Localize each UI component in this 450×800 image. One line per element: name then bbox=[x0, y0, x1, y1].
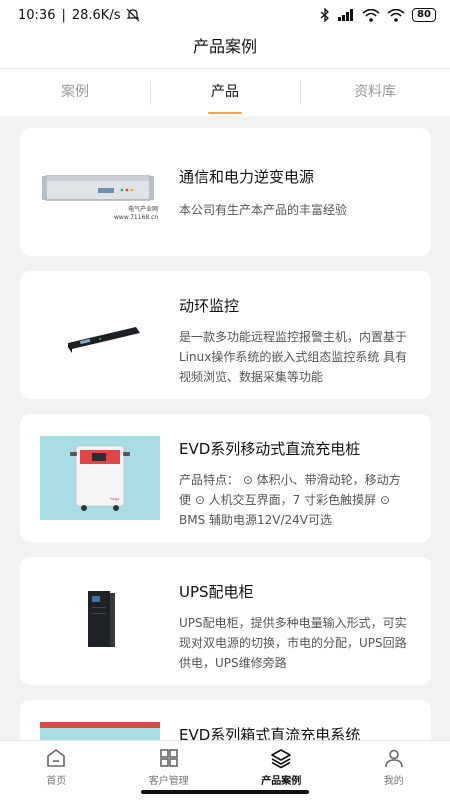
tab-products[interactable]: 产品 bbox=[150, 69, 300, 116]
product-image: Sego bbox=[40, 436, 160, 520]
product-desc: 本公司有生产本产品的丰富经验 bbox=[179, 203, 348, 217]
product-title: 通信和电力逆变电源 bbox=[179, 168, 315, 186]
nav-label: 首页 bbox=[46, 776, 67, 787]
nav-home[interactable]: 首页 bbox=[0, 741, 113, 800]
home-icon bbox=[47, 749, 66, 767]
page-title: 产品案例 bbox=[0, 30, 450, 68]
mobile-charger-image: Sego bbox=[70, 445, 130, 511]
nav-label: 客户管理 bbox=[148, 776, 189, 787]
status-bar: 10:36 | 28.6K/s 80 bbox=[0, 0, 450, 30]
tab-label: 资料库 bbox=[354, 84, 396, 100]
tab-cases[interactable]: 案例 bbox=[0, 69, 150, 116]
product-desc: 产品特点： ⊙ 体积小、带滑动轮，移动方便 ⊙ 人机交互界面，7 寸彩色触摸屏 … bbox=[179, 473, 401, 527]
product-card[interactable]: Sego EVD系列移动式直流充电桩 产品特点： ⊙ 体积小、带滑动轮，移动方便… bbox=[20, 414, 431, 542]
status-left: 10:36 | 28.6K/s bbox=[18, 8, 140, 23]
ups-cabinet-image bbox=[88, 591, 115, 647]
product-card[interactable]: UPS配电柜 UPS配电柜，提供多种电量输入形式，可实现对双电源的切换，市电的分… bbox=[20, 557, 431, 685]
user-icon bbox=[384, 749, 403, 768]
product-image bbox=[40, 579, 160, 663]
wifi-icon bbox=[362, 8, 380, 22]
status-right: 80 bbox=[320, 8, 436, 22]
product-title: 动环监控 bbox=[179, 297, 240, 315]
wifi-icon-2 bbox=[387, 8, 405, 22]
svg-text:Sego: Sego bbox=[110, 496, 120, 501]
product-title: UPS配电柜 bbox=[179, 583, 254, 601]
product-card[interactable]: 电气产业网 www.71168.cn 通信和电力逆变电源 本公司有生产本产品的丰… bbox=[20, 128, 431, 256]
product-image bbox=[40, 293, 160, 377]
product-card[interactable]: EVD系列箱式直流充电系统 bbox=[20, 700, 431, 740]
tab-library[interactable]: 资料库 bbox=[300, 69, 450, 116]
product-list[interactable]: 电气产业网 www.71168.cn 通信和电力逆变电源 本公司有生产本产品的丰… bbox=[0, 116, 450, 740]
product-title: EVD系列箱式直流充电系统 bbox=[179, 726, 361, 740]
nav-label: 产品案例 bbox=[261, 776, 302, 787]
tab-label: 产品 bbox=[211, 84, 239, 100]
nav-profile[interactable]: 我的 bbox=[338, 741, 450, 800]
mute-icon bbox=[127, 8, 140, 22]
watermark-url: www.71168.cn bbox=[114, 214, 159, 221]
tab-bar: 案例 产品 资料库 bbox=[0, 68, 450, 116]
status-time: 10:36 bbox=[18, 7, 56, 23]
layers-icon bbox=[271, 749, 292, 769]
product-desc: UPS配电柜，提供多种电量输入形式，可实现对双电源的切换，市电的分配，UPS回路… bbox=[179, 616, 407, 670]
tab-label: 案例 bbox=[61, 84, 89, 100]
product-image bbox=[40, 722, 160, 740]
network-speed: 28.6K/s bbox=[71, 7, 121, 23]
product-desc: 是一款多功能远程监控报警主机，内置基于Linux操作系统的嵌入式组态监控系统 具… bbox=[179, 330, 408, 384]
product-image: 电气产业网 www.71168.cn bbox=[40, 150, 160, 234]
nav-label: 我的 bbox=[383, 776, 404, 787]
watermark: 电气产业网 www.71168.cn bbox=[114, 206, 158, 222]
bluetooth-icon bbox=[320, 8, 330, 22]
box-charger-image bbox=[40, 722, 160, 728]
home-indicator[interactable] bbox=[141, 790, 309, 794]
battery-indicator: 80 bbox=[412, 8, 436, 22]
grid-icon bbox=[159, 749, 178, 767]
tab-active-indicator bbox=[208, 112, 242, 114]
rack-monitor-image bbox=[68, 327, 140, 353]
product-card[interactable]: 动环监控 是一款多功能远程监控报警主机，内置基于Linux操作系统的嵌入式组态监… bbox=[20, 271, 431, 399]
product-title: EVD系列移动式直流充电桩 bbox=[179, 440, 361, 458]
watermark-caption: 电气产业网 bbox=[128, 206, 159, 213]
cellular-signal-icon bbox=[338, 9, 354, 21]
